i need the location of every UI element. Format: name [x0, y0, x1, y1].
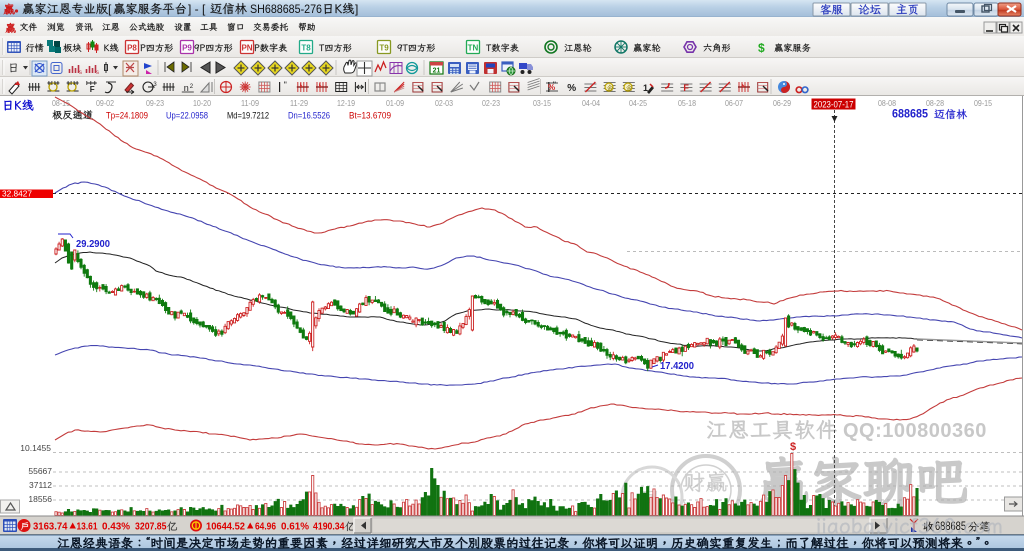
svg-text:17.4200: 17.4200	[660, 361, 694, 372]
svg-text:2023-07-17: 2023-07-17	[814, 100, 854, 111]
svg-text:18556: 18556	[28, 494, 52, 504]
svg-text:P9: P9	[182, 44, 192, 53]
svg-text:06-07: 06-07	[725, 99, 743, 108]
svg-text:11-29: 11-29	[290, 99, 308, 108]
svg-text:10644.52: 10644.52	[206, 521, 245, 533]
svg-text:PN: PN	[241, 44, 252, 53]
svg-text:688685: 688685	[892, 109, 929, 121]
svg-text:37112: 37112	[29, 480, 52, 490]
svg-text:Tp=24.1809: Tp=24.1809	[106, 111, 148, 121]
svg-text:Md=19.7212: Md=19.7212	[227, 111, 269, 121]
svg-text:]: ]	[355, 2, 358, 16]
svg-text:1: 1	[643, 83, 648, 93]
svg-text:Dn=16.5526: Dn=16.5526	[288, 111, 330, 121]
svg-text:03-15: 03-15	[533, 99, 551, 108]
svg-text:64.96: 64.96	[255, 521, 276, 533]
svg-text:4190.34: 4190.34	[313, 521, 345, 533]
svg-text:02-03: 02-03	[435, 99, 453, 108]
svg-text:T8: T8	[301, 44, 311, 53]
svg-text:": "	[284, 80, 287, 90]
svg-text:02-23: 02-23	[482, 99, 500, 108]
svg-text:s: s	[96, 70, 99, 76]
svg-text:QQ:100800360: QQ:100800360	[843, 420, 987, 442]
svg-text:10-20: 10-20	[193, 99, 211, 108]
svg-text:P8: P8	[127, 44, 137, 53]
svg-text:08-08: 08-08	[878, 99, 896, 108]
svg-text:SH688685-276: SH688685-276	[250, 2, 322, 16]
svg-text:29.2900: 29.2900	[76, 239, 110, 250]
svg-text:$: $	[758, 41, 765, 55]
svg-text:09-15: 09-15	[974, 99, 992, 108]
svg-text:TN: TN	[468, 44, 479, 53]
svg-text:0.43%: 0.43%	[102, 521, 131, 533]
svg-text:F: F	[683, 83, 689, 93]
svg-text:09-23: 09-23	[146, 99, 164, 108]
svg-text:04-04: 04-04	[582, 99, 600, 108]
svg-text:55667: 55667	[28, 466, 52, 476]
svg-text:%: %	[567, 83, 576, 94]
svg-text:$: $	[790, 441, 796, 453]
svg-text:F: F	[90, 85, 95, 94]
svg-text:05-18: 05-18	[678, 99, 696, 108]
svg-text:] - [: ] - [	[188, 2, 206, 16]
svg-text:Bt=13.6709: Bt=13.6709	[349, 111, 391, 121]
svg-text:13.61: 13.61	[77, 521, 98, 533]
svg-text:12-19: 12-19	[337, 99, 355, 108]
svg-text:06-29: 06-29	[773, 99, 791, 108]
svg-text:s: s	[79, 70, 82, 76]
svg-text:11-09: 11-09	[241, 99, 259, 108]
svg-text:n: n	[184, 83, 189, 93]
svg-text:3163.74: 3163.74	[33, 521, 68, 533]
svg-text:T9: T9	[379, 44, 389, 53]
svg-text:01-09: 01-09	[386, 99, 404, 108]
svg-text:0.61%: 0.61%	[281, 521, 310, 533]
svg-text:04-25: 04-25	[629, 99, 647, 108]
svg-text:21: 21	[433, 68, 441, 75]
svg-text:10.1455: 10.1455	[20, 443, 51, 453]
svg-text:08-28: 08-28	[926, 99, 944, 108]
svg-text:09-02: 09-02	[96, 99, 114, 108]
svg-text:Up=22.0958: Up=22.0958	[166, 111, 208, 121]
svg-text:3207.85: 3207.85	[135, 521, 167, 533]
svg-text:%: %	[548, 83, 555, 92]
svg-text:32.8427: 32.8427	[2, 189, 32, 199]
